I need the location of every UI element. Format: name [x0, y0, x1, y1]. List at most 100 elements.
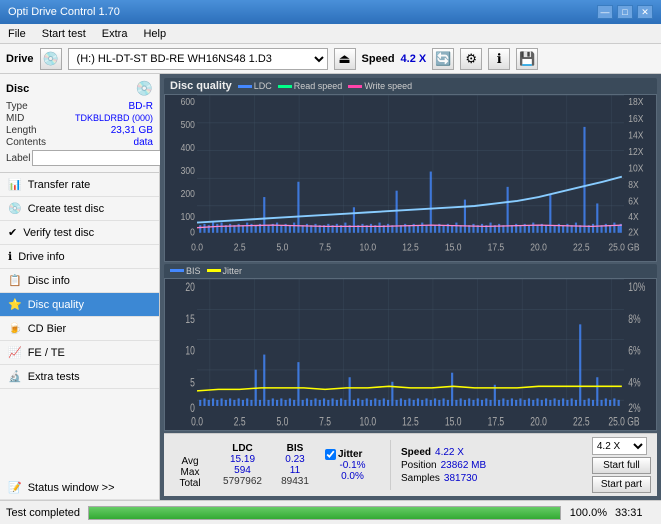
nav-extra-tests[interactable]: 🔬 Extra tests: [0, 365, 159, 389]
speed-position-col: Speed 4.22 X Position 23862 MB Samples 3…: [401, 447, 491, 484]
svg-text:2.5: 2.5: [234, 416, 246, 429]
position-val: 23862 MB: [441, 460, 487, 471]
disc-info-label: Disc info: [28, 275, 70, 287]
status-text: Test completed: [6, 507, 80, 519]
save-button[interactable]: 💾: [516, 48, 538, 70]
mid-value: TDKBLDRBD (000): [75, 113, 153, 124]
svg-text:10%: 10%: [628, 282, 645, 295]
disc-quality-icon: ⭐: [8, 298, 22, 311]
bis-color: [170, 269, 184, 272]
svg-text:10.0: 10.0: [359, 416, 376, 429]
bis-total-val: 89431: [281, 476, 309, 487]
nav-cd-bier[interactable]: 🍺 CD Bier: [0, 317, 159, 341]
bis-avg-val: 0.23: [285, 454, 304, 465]
jitter-max-val: 0.0%: [325, 471, 380, 482]
svg-text:16X: 16X: [628, 112, 644, 124]
maximize-button[interactable]: □: [617, 5, 633, 19]
progress-pct: 100.0%: [569, 507, 607, 519]
chart1-container: Disc quality LDC Read speed Write speed: [164, 78, 657, 262]
nav-create-test-disc[interactable]: 💿 Create test disc: [0, 197, 159, 221]
nav-status-window[interactable]: 📝 Status window >>: [0, 476, 159, 500]
nav-verify-test-disc[interactable]: ✔ Verify test disc: [0, 221, 159, 245]
svg-text:500: 500: [181, 118, 195, 130]
create-test-disc-icon: 💿: [8, 202, 22, 215]
minimize-button[interactable]: —: [597, 5, 613, 19]
nav-disc-info[interactable]: 📋 Disc info: [0, 269, 159, 293]
jitter-checkbox[interactable]: [325, 449, 336, 460]
speed-buttons-col: 4.2 X Start full Start part: [592, 437, 651, 493]
ldc-total-val: 5797962: [223, 476, 262, 487]
svg-text:10.0: 10.0: [360, 241, 377, 253]
svg-text:100: 100: [181, 210, 195, 222]
svg-text:2.5: 2.5: [234, 241, 246, 253]
position-label: Position: [401, 460, 437, 471]
transfer-rate-label: Transfer rate: [28, 179, 91, 191]
avg-row-label: Avg: [181, 456, 198, 467]
svg-text:8X: 8X: [628, 178, 639, 190]
window-controls: — □ ✕: [597, 5, 653, 19]
stats-panel: Avg Max Total LDC 15.19 594 5797962 BIS …: [164, 433, 657, 496]
status-window-icon: 📝: [8, 481, 22, 494]
svg-text:200: 200: [181, 187, 195, 199]
drive-select[interactable]: (H:) HL-DT-ST BD-RE WH16NS48 1.D3: [68, 48, 328, 70]
start-full-button[interactable]: Start full: [592, 457, 651, 474]
disc-panel: Disc 💿 Type BD-R MID TDKBLDRBD (000) Len…: [0, 74, 159, 173]
app-title: Opti Drive Control 1.70: [8, 6, 120, 18]
drive-toolbar: Drive 💿 (H:) HL-DT-ST BD-RE WH16NS48 1.D…: [0, 44, 661, 74]
nav-disc-quality[interactable]: ⭐ Disc quality: [0, 293, 159, 317]
drive-label: Drive: [6, 53, 34, 65]
jitter-legend: Jitter: [207, 266, 243, 276]
bis-legend-label: BIS: [186, 266, 201, 276]
nav-transfer-rate[interactable]: 📊 Transfer rate: [0, 173, 159, 197]
drive-icon-button[interactable]: 💿: [40, 48, 62, 70]
contents-value[interactable]: data: [134, 137, 153, 148]
verify-test-disc-label: Verify test disc: [23, 227, 94, 239]
disc-icon: 💿: [136, 80, 153, 97]
chart2-area: 20 15 10 5 0 10% 8% 6% 4% 2% 0.0 2.5 5.0…: [164, 278, 657, 431]
menu-file[interactable]: File: [4, 27, 30, 41]
contents-label: Contents: [6, 137, 46, 148]
svg-text:17.5: 17.5: [488, 241, 505, 253]
nav-drive-info[interactable]: ℹ Drive info: [0, 245, 159, 269]
nav-fe-te[interactable]: 📈 FE / TE: [0, 341, 159, 365]
info-button[interactable]: ℹ: [488, 48, 510, 70]
length-label: Length: [6, 125, 37, 136]
svg-text:18X: 18X: [628, 95, 644, 107]
write-speed-legend-label: Write speed: [364, 81, 412, 91]
svg-text:6X: 6X: [628, 195, 639, 207]
svg-text:0: 0: [190, 403, 195, 416]
chart1-header: Disc quality LDC Read speed Write speed: [164, 78, 657, 94]
speed-label: Speed: [362, 53, 395, 65]
time-text: 33:31: [615, 507, 655, 519]
svg-text:5.0: 5.0: [276, 416, 288, 429]
jitter-header-row: Jitter: [325, 449, 380, 460]
svg-text:0.0: 0.0: [191, 416, 203, 429]
svg-text:300: 300: [181, 164, 195, 176]
label-input[interactable]: [32, 150, 170, 166]
speed-value: 4.2 X: [401, 53, 427, 65]
ldc-color: [238, 85, 252, 88]
svg-text:7.5: 7.5: [319, 241, 331, 253]
start-part-button[interactable]: Start part: [592, 476, 651, 493]
bis-legend: BIS: [170, 266, 201, 276]
settings-button[interactable]: ⚙: [460, 48, 482, 70]
speed-stat-label: Speed: [401, 447, 431, 458]
jitter-color: [207, 269, 221, 272]
menu-help[interactable]: Help: [139, 27, 170, 41]
disc-info-icon: 📋: [8, 274, 22, 287]
sidebar: Disc 💿 Type BD-R MID TDKBLDRBD (000) Len…: [0, 74, 160, 500]
eject-button[interactable]: ⏏: [334, 48, 356, 70]
svg-text:14X: 14X: [628, 129, 644, 141]
close-button[interactable]: ✕: [637, 5, 653, 19]
menu-start-test[interactable]: Start test: [38, 27, 90, 41]
svg-text:5.0: 5.0: [276, 241, 288, 253]
svg-text:12.5: 12.5: [402, 416, 419, 429]
menu-extra[interactable]: Extra: [98, 27, 132, 41]
svg-text:8%: 8%: [628, 313, 640, 326]
chart1-title: Disc quality: [170, 80, 232, 92]
extra-tests-icon: 🔬: [8, 370, 22, 383]
chart2-container: BIS Jitter 20 15: [164, 264, 657, 431]
refresh-button[interactable]: 🔄: [432, 48, 454, 70]
disc-quality-label: Disc quality: [28, 299, 84, 311]
speed-dropdown[interactable]: 4.2 X: [592, 437, 647, 455]
